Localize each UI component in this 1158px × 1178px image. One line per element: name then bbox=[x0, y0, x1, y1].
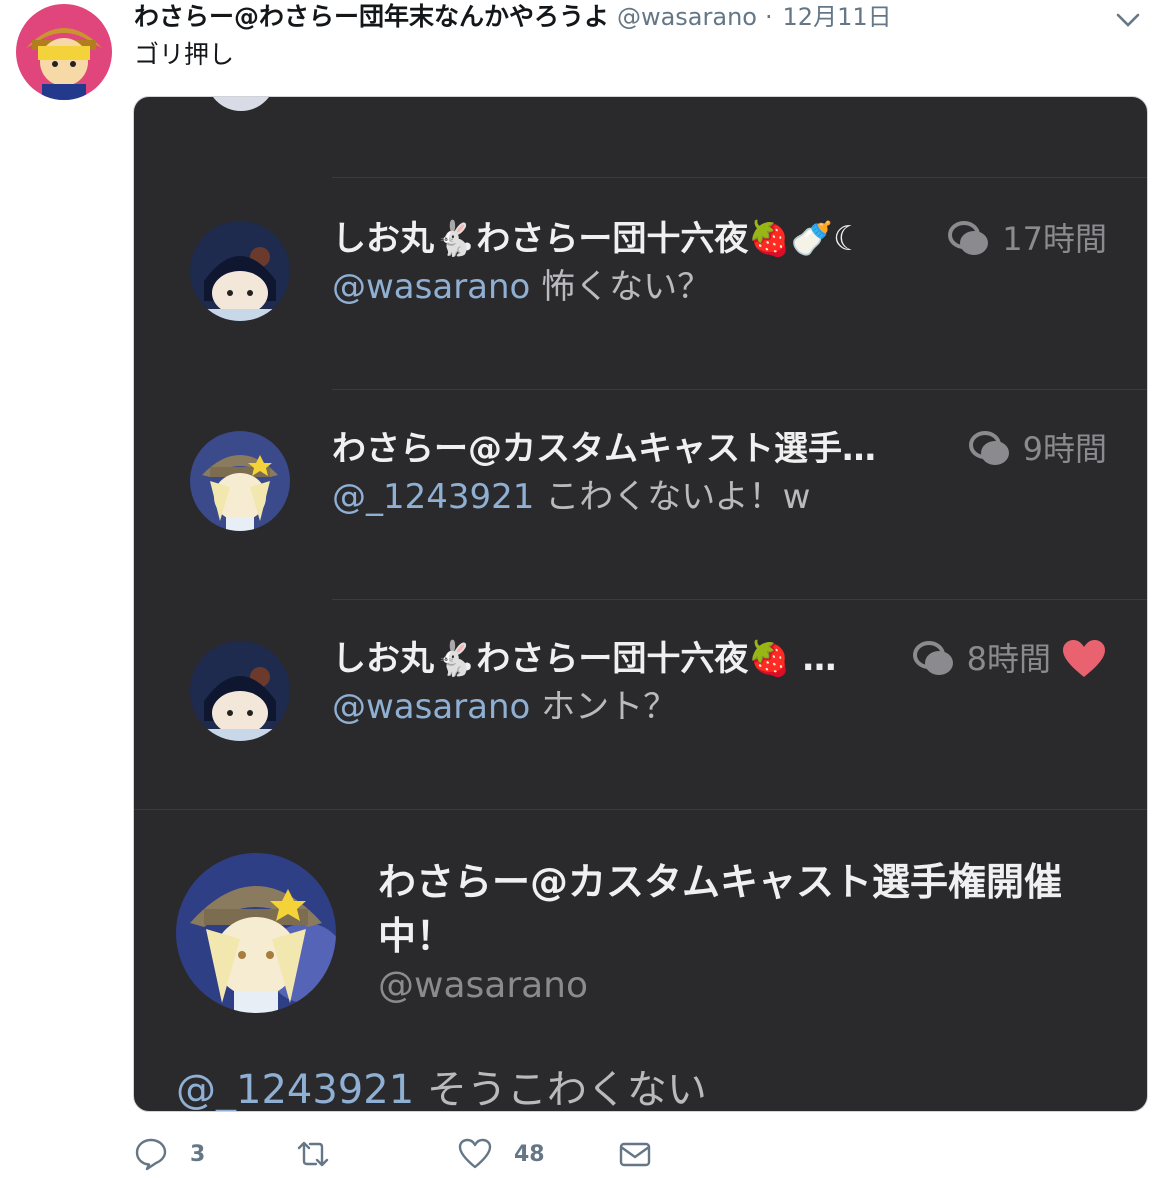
reply-message: 怖くない？ bbox=[541, 267, 712, 307]
reply-message: こわくないよ！w bbox=[545, 477, 811, 517]
reply-avatar bbox=[190, 431, 290, 531]
heart-icon bbox=[1063, 640, 1105, 677]
focused-mention: @_1243921 bbox=[176, 1067, 415, 1112]
reply-author-name: しお丸🐇わさらー団十六夜🍓🍼☾ bbox=[332, 219, 864, 259]
focused-avatar bbox=[176, 853, 336, 1013]
reply-text: @wasarano ホント？ bbox=[332, 687, 677, 727]
divider bbox=[332, 599, 1147, 600]
reply-author-name: わさらー@カスタムキャスト選手… bbox=[332, 429, 876, 469]
reply-meta: 8時間 bbox=[912, 639, 1107, 679]
focused-author-handle: @wasarano bbox=[378, 965, 589, 1006]
retweet-icon bbox=[297, 1141, 329, 1167]
attached-screenshot[interactable]: しお丸🐇わさらー団十六夜🍓🍼☾ 17時間 @wasarano 怖くない？ わさら… bbox=[133, 96, 1148, 1112]
retweet-button[interactable] bbox=[296, 1134, 352, 1174]
focused-message: そうこわくない bbox=[426, 1067, 707, 1112]
like-count: 48 bbox=[514, 1141, 545, 1167]
reply-button[interactable]: 3 bbox=[134, 1134, 205, 1174]
reply-mention: @wasarano bbox=[332, 267, 531, 307]
reply-avatar bbox=[190, 641, 290, 741]
author-display-name[interactable]: わさらー@わさらー団年末なんかやろうよ bbox=[134, 2, 609, 31]
tweet-date[interactable]: 12月11日 bbox=[783, 3, 892, 31]
reply-meta: 9時間 bbox=[968, 429, 1107, 469]
separator-dot: · bbox=[764, 3, 773, 31]
reply-item[interactable]: しお丸🐇わさらー団十六夜🍓 … 8時間 @wasarano ホント？ bbox=[134, 601, 1147, 801]
divider bbox=[332, 177, 1147, 178]
tweet-actions: 3 48 bbox=[134, 1134, 694, 1174]
reply-time: 8時間 bbox=[966, 640, 1051, 678]
conversation-icon bbox=[912, 641, 953, 675]
cropped-avatar bbox=[206, 97, 276, 111]
reply-count: 3 bbox=[190, 1141, 206, 1167]
reply-time: 9時間 bbox=[1022, 430, 1107, 468]
reply-mention: @wasarano bbox=[332, 687, 531, 727]
reply-text: @wasarano 怖くない？ bbox=[332, 267, 711, 307]
direct-message-button[interactable] bbox=[618, 1134, 652, 1174]
reply-message: ホント？ bbox=[541, 687, 678, 727]
reply-text: @_1243921 こわくないよ！w bbox=[332, 477, 810, 517]
like-button[interactable]: 48 bbox=[458, 1134, 545, 1174]
divider bbox=[134, 809, 1147, 810]
envelope-icon bbox=[619, 1142, 651, 1167]
reply-icon bbox=[135, 1138, 167, 1171]
tweet-text: ゴリ押し bbox=[134, 40, 235, 69]
conversation-icon bbox=[948, 221, 989, 255]
divider bbox=[332, 389, 1147, 390]
tweet-header: わさらー@わさらー団年末なんかやろうよ @wasarano · 12月11日 bbox=[134, 2, 892, 32]
focused-reply-text: @_1243921 そうこわくない bbox=[176, 1057, 707, 1112]
author-avatar[interactable] bbox=[16, 4, 112, 100]
reply-item[interactable]: わさらー@カスタムキャスト選手… 9時間 @_1243921 こわくないよ！w bbox=[134, 391, 1147, 591]
reply-author-name: しお丸🐇わさらー団十六夜🍓 … bbox=[332, 639, 837, 679]
tweet: わさらー@わさらー団年末なんかやろうよ @wasarano · 12月11日 ゴ… bbox=[0, 0, 1158, 1178]
reply-item[interactable]: しお丸🐇わさらー団十六夜🍓🍼☾ 17時間 @wasarano 怖くない？ bbox=[134, 179, 1147, 379]
reply-time: 17時間 bbox=[1002, 220, 1107, 258]
reply-mention: @_1243921 bbox=[332, 477, 535, 517]
reply-meta: 17時間 bbox=[948, 219, 1107, 259]
reply-avatar bbox=[190, 221, 290, 321]
conversation-icon bbox=[968, 431, 1009, 465]
author-handle[interactable]: @wasarano bbox=[617, 3, 757, 31]
chevron-down-icon[interactable] bbox=[1114, 6, 1142, 34]
focused-author-name: わさらー@カスタムキャスト選手権開催中！ bbox=[378, 860, 1063, 958]
heart-icon bbox=[458, 1138, 492, 1169]
